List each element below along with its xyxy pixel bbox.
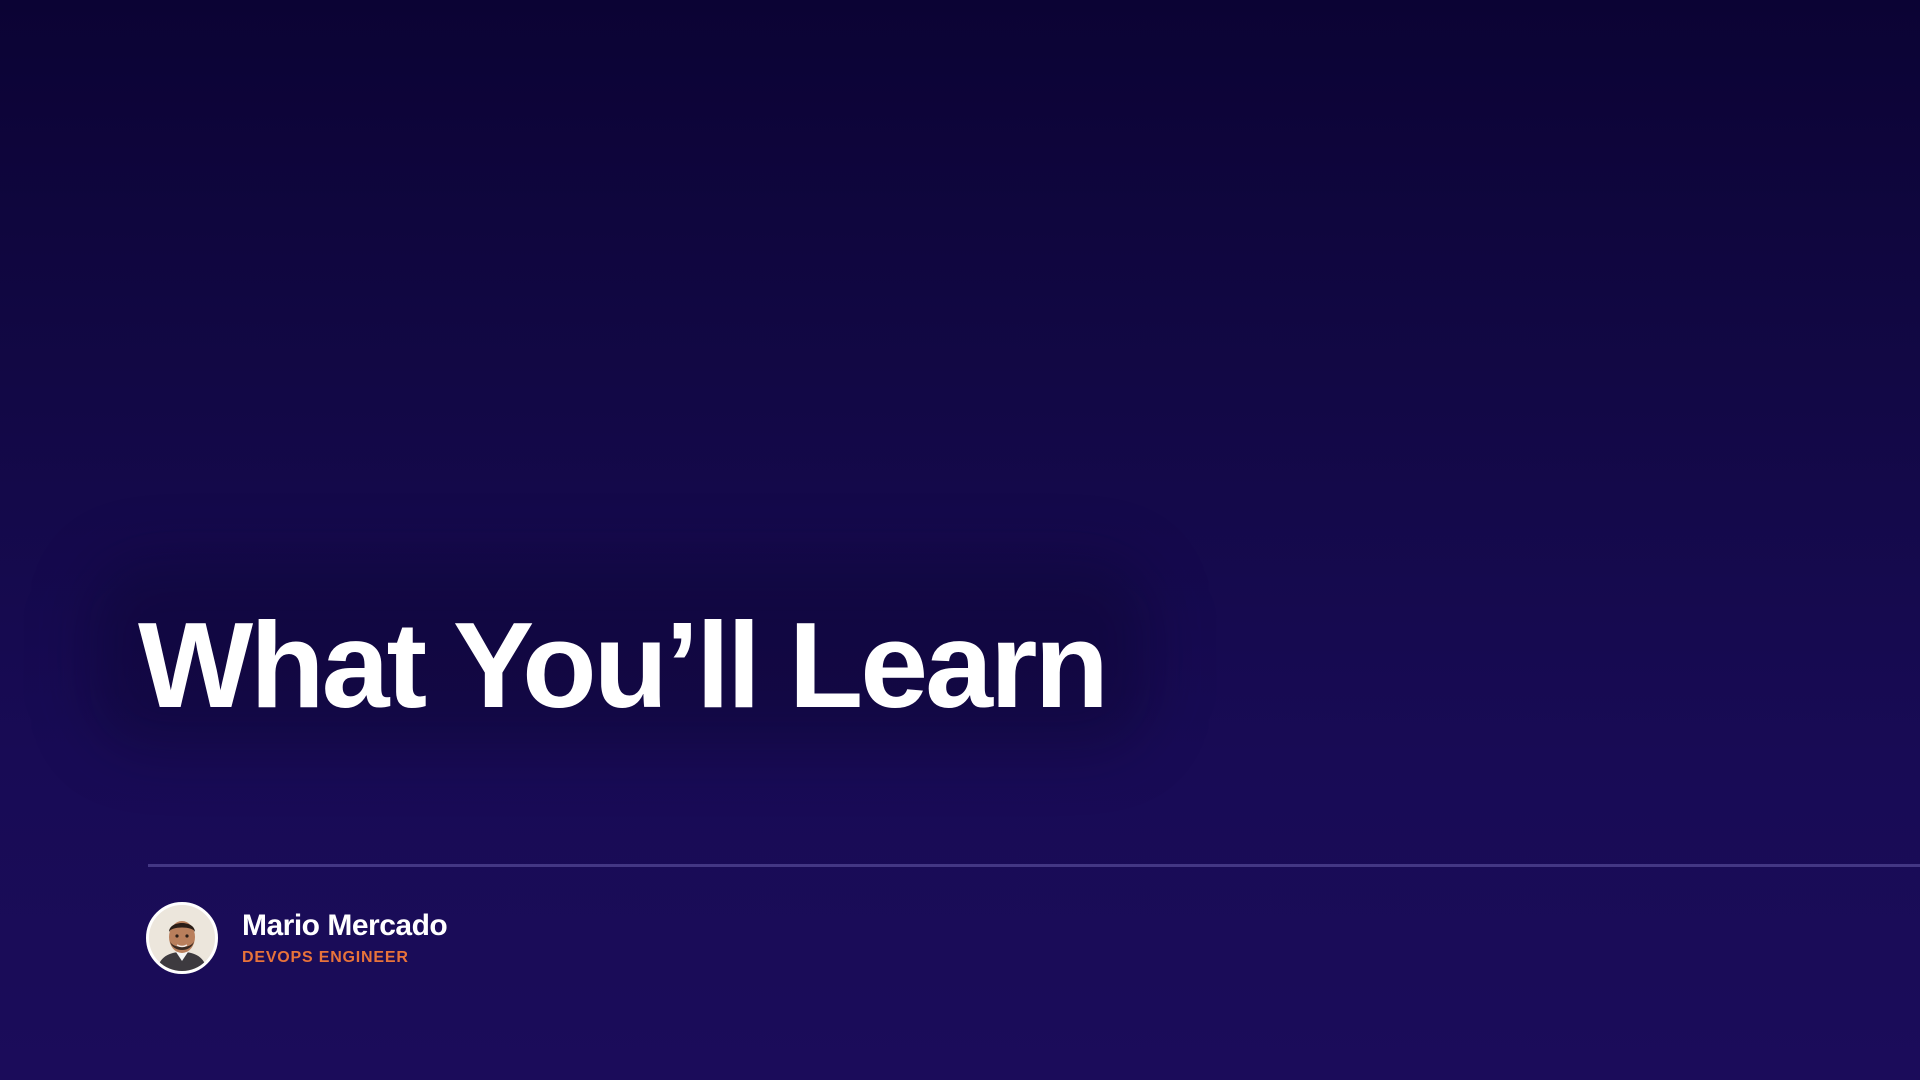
divider-line — [148, 864, 1920, 867]
slide-title: What You’ll Learn — [138, 597, 1109, 733]
presenter-role: DEVOPS ENGINEER — [242, 949, 409, 966]
slide: What You’ll Learn Mario Mercado DEVOPS E… — [0, 0, 1920, 1080]
presenter-info: Mario Mercado DEVOPS ENGINEER — [242, 908, 448, 968]
presenter-name: Mario Mercado — [242, 909, 448, 942]
avatar — [146, 902, 218, 974]
person-photo-icon — [149, 905, 215, 971]
presenter-card: Mario Mercado DEVOPS ENGINEER — [146, 902, 448, 974]
